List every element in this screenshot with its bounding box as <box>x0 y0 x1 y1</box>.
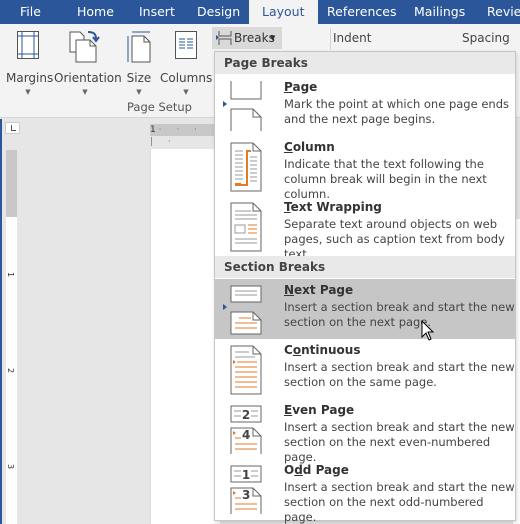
text-wrapping-icon <box>230 202 262 252</box>
document-page[interactable] <box>150 149 220 524</box>
tab-references[interactable]: References <box>327 0 396 24</box>
indent-label: Indent <box>333 31 372 45</box>
section-breaks-header: Section Breaks <box>215 256 515 278</box>
word-window: File Home Insert Design Layout Reference… <box>0 0 520 524</box>
mouse-cursor-icon <box>421 320 435 341</box>
ruler-label: 1 <box>150 125 156 135</box>
menu-item-title: Text Wrapping <box>284 200 382 214</box>
ruler-ticks: · · · | · <box>150 125 203 147</box>
odd-page-number-bottom: 3 <box>242 488 250 502</box>
odd-page-number-top: 1 <box>242 468 250 482</box>
tab-home[interactable]: Home <box>77 0 114 24</box>
continuous-icon <box>230 345 262 395</box>
orientation-dropdown-arrow: ▼ <box>82 88 88 96</box>
tab-selector[interactable] <box>5 122 20 134</box>
columns-icon <box>175 31 197 59</box>
breaks-button[interactable]: Breaks ▼ <box>212 27 282 49</box>
margins-dropdown-arrow: ▼ <box>25 88 31 96</box>
ribbon-tab-bar: File Home Insert Design Layout Reference… <box>0 0 520 24</box>
menu-item-description: Insert a section break and start the new… <box>284 360 515 389</box>
breaks-dropdown-menu: Page Breaks Page Mark the point at which… <box>214 51 516 524</box>
even-page-number-top: 2 <box>242 408 250 422</box>
menu-item-even-page[interactable]: 2 4 Even Page Insert a section break and… <box>215 399 515 464</box>
page-breaks-header: Page Breaks <box>215 52 515 74</box>
even-page-number-bottom: 4 <box>242 428 250 442</box>
columns-label: Columns <box>160 71 213 85</box>
menu-item-description: Insert a section break and start the new… <box>284 480 515 524</box>
menu-item-odd-page[interactable]: 1 3 Odd Page Insert a section break and … <box>215 459 515 524</box>
orientation-icon <box>69 31 100 63</box>
menu-item-description: Insert a section break and start the new… <box>284 300 515 329</box>
tab-file[interactable]: File <box>20 0 41 24</box>
size-icon <box>127 31 151 63</box>
next-page-icon <box>223 285 262 335</box>
column-break-icon <box>230 142 262 192</box>
tab-insert[interactable]: Insert <box>139 0 175 24</box>
menu-item-description: Mark the point at which one page ends an… <box>284 97 509 126</box>
menu-item-title: Column <box>284 140 335 154</box>
tab-review[interactable]: Review <box>487 0 520 24</box>
vruler-label-1: 1 <box>6 271 16 278</box>
page-setup-group-label: Page Setup <box>127 100 192 114</box>
breaks-icon <box>216 31 232 45</box>
vruler-label-3: 3 <box>6 463 16 470</box>
tab-design[interactable]: Design <box>197 0 240 24</box>
tab-layout[interactable]: Layout <box>249 0 318 24</box>
menu-item-text-wrapping[interactable]: Text Wrapping Separate text around objec… <box>215 196 515 261</box>
menu-item-title: Even Page <box>284 403 355 417</box>
ribbon-separator <box>330 28 331 50</box>
spacing-label: Spacing <box>462 31 510 45</box>
menu-item-column[interactable]: Column Indicate that the text following … <box>215 136 515 201</box>
page-break-icon <box>223 81 262 131</box>
vertical-ruler-margin <box>6 150 17 217</box>
menu-item-title: Next Page <box>284 283 354 297</box>
window-left-edge <box>0 119 2 524</box>
size-label: Size <box>126 71 152 85</box>
even-page-icon: 2 4 <box>230 405 262 454</box>
menu-item-next-page[interactable]: Next Page Insert a section break and sta… <box>215 279 515 339</box>
breaks-dropdown-arrow: ▼ <box>270 34 276 42</box>
menu-item-title: Continuous <box>284 343 361 357</box>
vertical-ruler[interactable]: 1 2 3 <box>6 150 17 524</box>
odd-page-icon: 1 3 <box>230 465 262 514</box>
orientation-label: Orientation <box>54 71 122 85</box>
size-dropdown-arrow: ▼ <box>136 88 142 96</box>
margins-label: Margins <box>6 71 54 85</box>
menu-item-title: Odd Page <box>284 463 349 477</box>
vruler-label-2: 2 <box>6 367 16 374</box>
margins-icon <box>17 31 39 59</box>
tab-mailings[interactable]: Mailings <box>414 0 465 24</box>
breaks-label: Breaks <box>234 31 275 45</box>
horizontal-ruler[interactable]: 1 · · · | · <box>150 124 215 147</box>
menu-item-continuous[interactable]: Continuous Insert a section break and st… <box>215 339 515 399</box>
columns-dropdown-arrow: ▼ <box>183 88 189 96</box>
menu-item-page[interactable]: Page Mark the point at which one page en… <box>215 76 515 136</box>
menu-item-title: Page <box>284 80 318 94</box>
